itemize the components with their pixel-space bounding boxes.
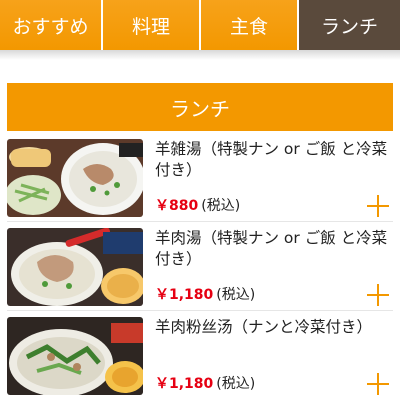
section-header-lunch: ランチ: [7, 83, 393, 131]
menu-item[interactable]: 羊肉湯（特製ナン or ご飯 と冷菜付き） ￥1,180 (税込): [7, 222, 393, 310]
add-to-cart-plus-icon[interactable]: [367, 195, 389, 217]
price-amount: ￥1,180: [155, 287, 214, 303]
price-amount: ￥1,180: [155, 376, 214, 392]
item-name: 羊肉粉丝汤（ナンと冷菜付き）: [155, 318, 373, 336]
category-tabs: おすすめ 料理 主食 ランチ: [0, 0, 400, 50]
food-photo-3: [7, 317, 143, 395]
item-price: ￥1,180 (税込): [155, 284, 255, 304]
tab-dishes[interactable]: 料理: [103, 0, 201, 50]
price-amount: ￥880: [155, 198, 199, 214]
tab-recommended[interactable]: おすすめ: [0, 0, 103, 50]
menu-item[interactable]: 羊雑湯（特製ナン or ご飯 と冷菜付き） ￥880 (税込): [7, 133, 393, 221]
item-price: ￥880 (税込): [155, 195, 240, 215]
item-name: 羊雑湯（特製ナン or ご飯 と冷菜付き）: [155, 140, 388, 179]
food-photo-1: [7, 139, 143, 217]
price-tax-label: (税込): [216, 376, 256, 392]
add-to-cart-plus-icon[interactable]: [367, 284, 389, 306]
menu-item[interactable]: 羊肉粉丝汤（ナンと冷菜付き） ￥1,180 (税込): [7, 311, 393, 399]
price-tax-label: (税込): [216, 287, 256, 303]
item-name: 羊肉湯（特製ナン or ご飯 と冷菜付き）: [155, 229, 388, 268]
price-tax-label: (税込): [201, 198, 241, 214]
tab-lunch[interactable]: ランチ: [299, 0, 400, 50]
item-price: ￥1,180 (税込): [155, 373, 255, 393]
food-photo-2: [7, 228, 143, 306]
add-to-cart-plus-icon[interactable]: [367, 373, 389, 395]
tabs-shadow: [0, 50, 400, 60]
tab-staples[interactable]: 主食: [201, 0, 299, 50]
